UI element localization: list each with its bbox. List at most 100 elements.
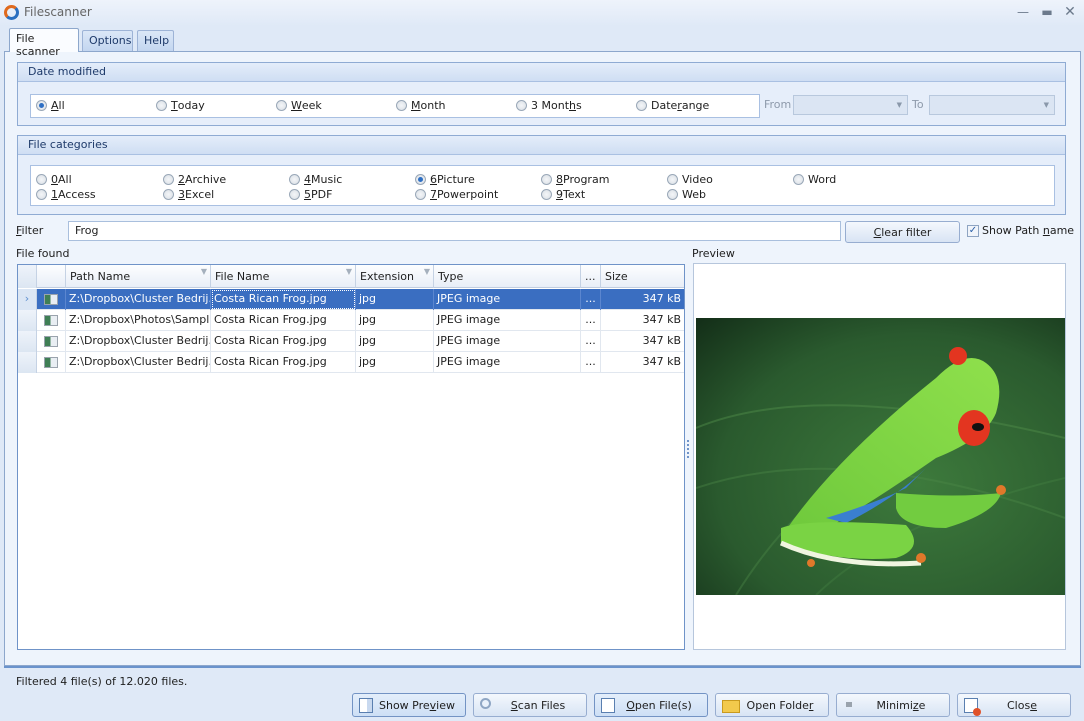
radio-category-word[interactable]: Word — [793, 173, 836, 186]
show-path-name-label: Show Path name — [982, 224, 1074, 237]
row-indicator[interactable]: › — [18, 289, 37, 310]
radio-date-today[interactable]: Today — [156, 99, 205, 112]
label-key: 1 — [51, 188, 58, 201]
button-label: Scan Files — [511, 699, 565, 712]
table-row[interactable]: › Z:\Dropbox\Cluster Bedrij... Costa Rican… — [18, 289, 684, 310]
label-pre: Clos — [1007, 698, 1031, 712]
show-path-name-checkbox[interactable]: ✓ — [967, 225, 979, 237]
label-pre: Open Folde — [746, 698, 809, 712]
filter-icon[interactable]: ▼ — [346, 267, 352, 276]
filter-label: Filter — [16, 224, 43, 237]
preview-label: Preview — [692, 247, 735, 260]
filter-input[interactable]: Frog — [68, 221, 841, 241]
label-key: 8 — [556, 173, 563, 186]
size-cell[interactable]: 347 kB — [601, 352, 684, 373]
file-categories-group: File categories 0 All 1 Access 2 Archive 3 … — [17, 135, 1066, 215]
row-indicator[interactable] — [18, 352, 37, 373]
splitter-handle[interactable] — [687, 440, 690, 458]
label-rest: lear filter — [881, 225, 932, 239]
type-cell[interactable]: JPEG image — [434, 310, 581, 331]
preview-image — [696, 318, 1065, 595]
file-name-cell[interactable]: Costa Rican Frog.jpg — [211, 289, 356, 310]
extension-cell[interactable]: jpg — [356, 289, 434, 310]
radio-category-web[interactable]: Web — [667, 188, 706, 201]
path-name-cell[interactable]: Z:\Dropbox\Cluster Bedrij... — [66, 289, 211, 310]
minimize-window-button[interactable]: — — [1012, 3, 1034, 21]
date-modified-group: Date modified All Today Week Month 3 Mon… — [17, 62, 1066, 126]
clear-filter-button[interactable]: Clear filter — [845, 221, 960, 243]
radio-category-video[interactable]: Video — [667, 173, 713, 186]
type-cell[interactable]: JPEG image — [434, 331, 581, 352]
close-button[interactable]: Close — [957, 693, 1071, 717]
radio-indicator — [793, 174, 804, 185]
close-window-button[interactable]: ✕ — [1059, 3, 1081, 21]
filter-icon[interactable]: ▼ — [424, 267, 430, 276]
file-name-cell[interactable]: Costa Rican Frog.jpg — [211, 331, 356, 352]
table-row[interactable]: Z:\Dropbox\Cluster Bedrij... Costa Rican … — [18, 352, 684, 373]
label-key: e — [1030, 698, 1037, 712]
more-cell-button[interactable]: ... — [581, 289, 601, 310]
radio-category-picture[interactable]: 6 Picture — [415, 173, 475, 186]
radio-category-powerpoint[interactable]: 7 Powerpoint — [415, 188, 498, 201]
to-date-dropdown[interactable]: ▼ — [929, 95, 1055, 115]
label-pre: 3 Mont — [531, 99, 570, 112]
open-files-button[interactable]: Open File(s) — [594, 693, 708, 717]
tab-file-scanner[interactable]: File scanner — [9, 28, 79, 58]
tab-options[interactable]: Options — [82, 30, 133, 51]
size-cell[interactable]: 347 kB — [601, 310, 684, 331]
radio-date-all[interactable]: All — [36, 99, 65, 112]
maximize-window-button[interactable]: ▬ — [1036, 3, 1058, 21]
type-cell[interactable]: JPEG image — [434, 289, 581, 310]
header-size[interactable]: Size — [601, 265, 684, 288]
more-cell-button[interactable]: ... — [581, 331, 601, 352]
path-name-cell[interactable]: Z:\Dropbox\Cluster Bedrij... — [66, 331, 211, 352]
radio-category-text[interactable]: 9 Text — [541, 188, 585, 201]
show-preview-button[interactable]: Show Preview — [352, 693, 466, 717]
header-file-name[interactable]: File Name ▼ — [211, 265, 356, 288]
radio-category-music[interactable]: 4 Music — [289, 173, 342, 186]
file-name-cell[interactable]: Costa Rican Frog.jpg — [211, 352, 356, 373]
row-indicator[interactable] — [18, 310, 37, 331]
size-cell[interactable]: 347 kB — [601, 289, 684, 310]
tab-help[interactable]: Help — [137, 30, 174, 51]
filter-icon[interactable]: ▼ — [201, 267, 207, 276]
size-cell[interactable]: 347 kB — [601, 331, 684, 352]
scan-files-button[interactable]: Scan Files — [473, 693, 587, 717]
file-type-cell — [37, 331, 66, 352]
open-folder-button[interactable]: Open Folder — [715, 693, 829, 717]
more-cell-button[interactable]: ... — [581, 310, 601, 331]
type-cell[interactable]: JPEG image — [434, 352, 581, 373]
radio-category-all[interactable]: 0 All — [36, 173, 72, 186]
more-cell-button[interactable]: ... — [581, 352, 601, 373]
radio-date-3-months[interactable]: 3 Mont h s — [516, 99, 582, 112]
extension-cell[interactable]: jpg — [356, 310, 434, 331]
path-name-cell[interactable]: Z:\Dropbox\Cluster Bedrij... — [66, 352, 211, 373]
extension-cell[interactable]: jpg — [356, 331, 434, 352]
from-date-dropdown[interactable]: ▼ — [793, 95, 908, 115]
label-pre: Minimi — [876, 698, 913, 712]
row-indicator[interactable] — [18, 331, 37, 352]
path-name-cell[interactable]: Z:\Dropbox\Photos\Sampl... — [66, 310, 211, 331]
table-row[interactable]: Z:\Dropbox\Photos\Sampl... Costa Rican Fr… — [18, 310, 684, 331]
label-post: iew — [436, 698, 455, 712]
radio-date-week[interactable]: Week — [276, 99, 322, 112]
label-key: 9 — [556, 188, 563, 201]
table-row[interactable]: Z:\Dropbox\Cluster Bedrij... Costa Rican … — [18, 331, 684, 352]
radio-category-pdf[interactable]: 5 PDF — [289, 188, 332, 201]
radio-category-access[interactable]: 1 Access — [36, 188, 96, 201]
radio-category-excel[interactable]: 3 Excel — [163, 188, 214, 201]
header-type[interactable]: Type — [434, 265, 581, 288]
file-name-cell[interactable]: Costa Rican Frog.jpg — [211, 310, 356, 331]
radio-date-month[interactable]: Month — [396, 99, 446, 112]
label-post: s — [576, 99, 582, 112]
radio-date-range[interactable]: Date r ange — [636, 99, 709, 112]
radio-indicator — [636, 100, 647, 111]
header-more[interactable]: ... — [581, 265, 601, 288]
header-path-name[interactable]: Path Name ▼ — [66, 265, 211, 288]
extension-cell[interactable]: jpg — [356, 352, 434, 373]
radio-category-archive[interactable]: 2 Archive — [163, 173, 226, 186]
radio-category-program[interactable]: 8 Program — [541, 173, 609, 186]
minimize-button[interactable]: Minimize — [836, 693, 950, 717]
header-extension[interactable]: Extension ▼ — [356, 265, 434, 288]
label-post: ame — [1049, 224, 1075, 237]
